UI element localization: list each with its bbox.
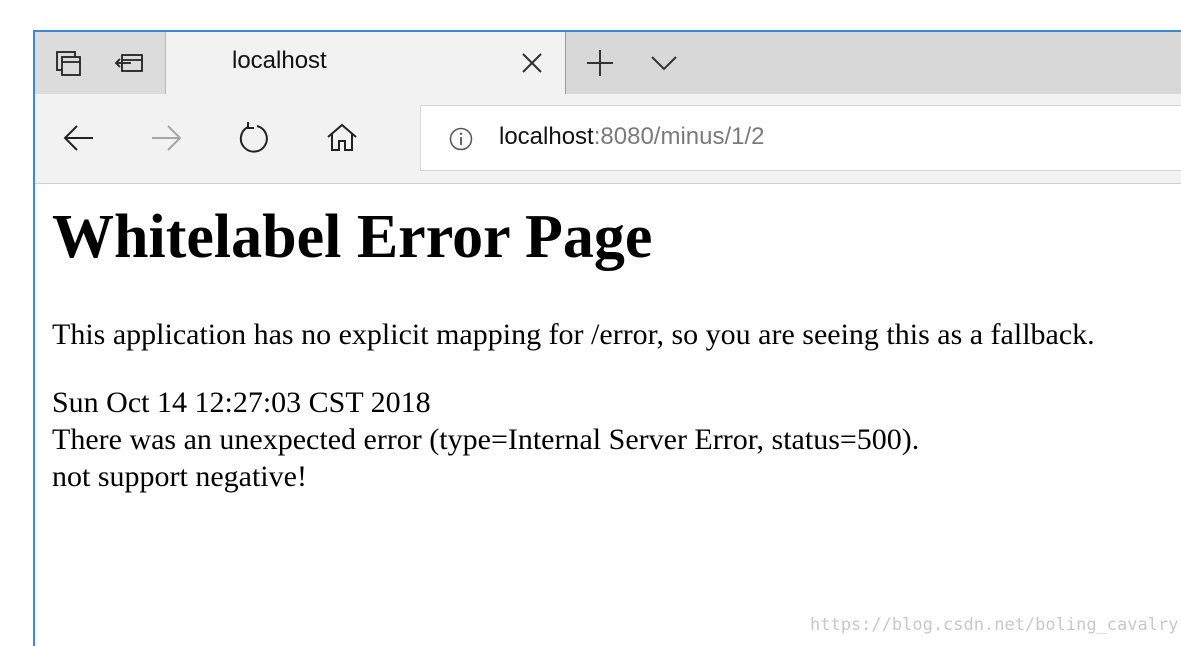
navigation-bar: localhost:8080/minus/1/2 xyxy=(35,94,1181,184)
browser-window: localhost localhost:8080/minus/1/2 White… xyxy=(33,30,1181,646)
home-icon[interactable] xyxy=(324,120,360,156)
address-bar[interactable]: localhost:8080/minus/1/2 xyxy=(420,105,1181,171)
watermark: https://blog.csdn.net/boling_cavalry xyxy=(810,615,1179,635)
error-message: not support negative! xyxy=(52,460,307,493)
error-details: Sun Oct 14 12:27:03 CST 2018 There was a… xyxy=(52,384,919,495)
show-tabs-aside-icon[interactable] xyxy=(113,46,147,80)
tab-localhost[interactable]: localhost xyxy=(165,32,566,94)
close-icon[interactable] xyxy=(518,49,546,77)
plus-icon[interactable] xyxy=(583,46,617,80)
error-description: This application has no explicit mapping… xyxy=(52,318,1095,351)
error-type-status: There was an unexpected error (type=Inte… xyxy=(52,423,920,456)
url-path: :8080/minus/1/2 xyxy=(593,123,765,150)
url-text[interactable]: localhost:8080/minus/1/2 xyxy=(499,123,765,151)
tab-bar: localhost xyxy=(35,32,1181,94)
url-host: localhost xyxy=(499,123,594,150)
chevron-down-icon[interactable] xyxy=(647,46,681,80)
error-timestamp: Sun Oct 14 12:27:03 CST 2018 xyxy=(52,386,431,419)
forward-arrow-icon[interactable] xyxy=(148,120,184,156)
back-arrow-icon[interactable] xyxy=(61,120,97,156)
tab-actions xyxy=(35,32,164,94)
tab-title: localhost xyxy=(232,47,327,74)
refresh-icon[interactable] xyxy=(236,120,272,156)
info-icon[interactable] xyxy=(449,127,473,151)
page-title: Whitelabel Error Page xyxy=(52,203,653,271)
set-aside-tabs-icon[interactable] xyxy=(51,46,85,80)
